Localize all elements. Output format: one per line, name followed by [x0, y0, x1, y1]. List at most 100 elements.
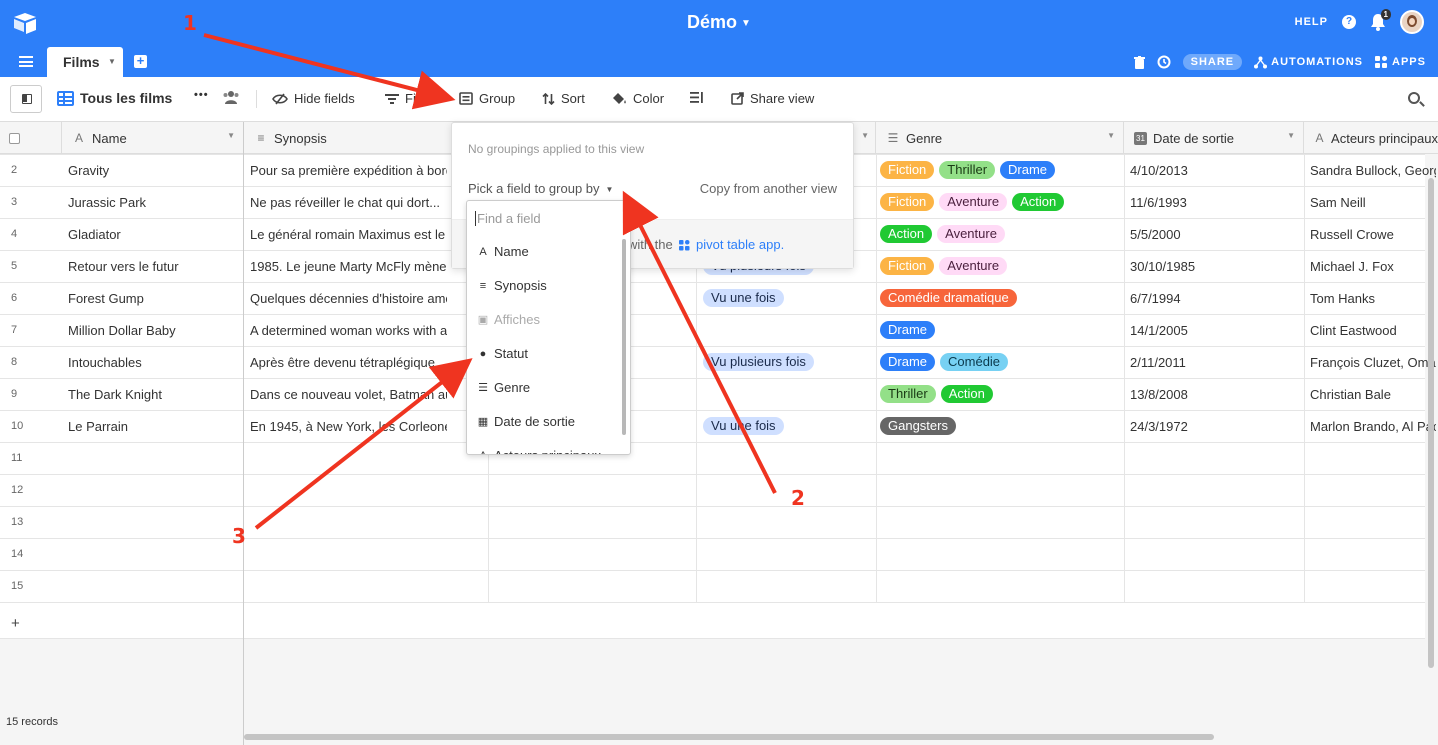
table-row[interactable]: 7 Million Dollar Baby A determined woman w…	[0, 314, 1438, 346]
cell-genre[interactable]: Drame Comédie	[880, 346, 1122, 378]
column-header-name[interactable]: A Name ▼	[62, 122, 244, 154]
sidebar-toggle-button[interactable]	[10, 85, 42, 113]
cell-genre[interactable]: Gangsters	[880, 410, 1122, 442]
chevron-down-icon[interactable]: ▼	[861, 131, 869, 140]
cell-genre[interactable]: Drame	[880, 314, 1122, 346]
find-field-input[interactable]: Find a field	[475, 211, 541, 226]
cell-synopsis[interactable]: 1985. Le jeune Marty McFly mène u	[250, 250, 447, 282]
table-row[interactable]: 8 Intouchables Après être devenu tétraplég…	[0, 346, 1438, 378]
search-icon[interactable]	[1408, 92, 1420, 104]
sort-button[interactable]: Sort	[542, 91, 585, 106]
cell-actors[interactable]: Tom Hanks	[1310, 282, 1436, 314]
cell-synopsis[interactable]: Le général romain Maximus est le	[250, 218, 447, 250]
share-view-button[interactable]: Share view	[731, 91, 814, 106]
copy-from-view-button[interactable]: Copy from another view	[700, 181, 837, 196]
cell-actors[interactable]: Sam Neill	[1310, 186, 1436, 218]
cell-statut[interactable]: Vu plusieurs fois	[703, 346, 882, 378]
cell-statut[interactable]: Vu une fois	[703, 410, 882, 442]
cell-date[interactable]: 6/7/1994	[1130, 282, 1302, 314]
tab-films[interactable]: Films ▼	[47, 47, 123, 77]
cell-name[interactable]: The Dark Knight	[68, 378, 242, 410]
cell-synopsis[interactable]: A determined woman works with a h	[250, 314, 447, 346]
select-all-checkbox-cell[interactable]	[0, 122, 62, 154]
pivot-table-app-link[interactable]: pivot table app.	[696, 237, 784, 252]
cell-synopsis[interactable]: Après être devenu tétraplégique	[250, 346, 447, 378]
table-row[interactable]: 10 Le Parrain En 1945, à New York, les Cor…	[0, 410, 1438, 442]
cell-date[interactable]: 13/8/2008	[1130, 378, 1302, 410]
cell-actors[interactable]: Michael J. Fox	[1310, 250, 1436, 282]
color-button[interactable]: Color	[612, 91, 664, 106]
cell-name[interactable]: Million Dollar Baby	[68, 314, 242, 346]
column-header-genre[interactable]: ☰ Genre ▼	[876, 122, 1124, 154]
dropdown-scrollbar[interactable]	[622, 239, 626, 435]
cell-name[interactable]: Le Parrain	[68, 410, 242, 442]
column-header-synopsis[interactable]: ≡ Synopsis	[244, 122, 454, 154]
column-header-statut[interactable]: ▼	[854, 122, 876, 154]
cell-date[interactable]: 24/3/1972	[1130, 410, 1302, 442]
chevron-down-icon[interactable]: ▼	[108, 57, 116, 66]
column-header-acteurs[interactable]: A Acteurs principaux	[1304, 122, 1438, 154]
vertical-scrollbar[interactable]	[1428, 178, 1434, 668]
cell-name[interactable]: Gravity	[68, 154, 242, 186]
history-icon[interactable]	[1157, 55, 1171, 69]
cell-actors[interactable]: Clint Eastwood	[1310, 314, 1436, 346]
cell-actors[interactable]: Christian Bale	[1310, 378, 1436, 410]
cell-genre[interactable]: Fiction Thriller Drame	[880, 154, 1122, 186]
field-option-statut[interactable]: ● Statut	[477, 346, 528, 361]
view-switcher[interactable]: Tous les films	[57, 90, 172, 106]
cell-name[interactable]: Retour vers le futur	[68, 250, 242, 282]
cell-name[interactable]: Gladiator	[68, 218, 242, 250]
cell-synopsis[interactable]: Ne pas réveiller le chat qui dort...	[250, 186, 447, 218]
cell-synopsis[interactable]: Dans ce nouveau volet, Batman aug	[250, 378, 447, 410]
automations-button[interactable]: AUTOMATIONS	[1254, 56, 1363, 69]
apps-button[interactable]: APPS	[1375, 55, 1426, 69]
empty-row[interactable]: 13	[0, 506, 1438, 538]
help-button[interactable]: HELP	[1295, 16, 1328, 28]
cell-statut[interactable]: Vu une fois	[703, 282, 882, 314]
field-option-synopsis[interactable]: ≡ Synopsis	[477, 278, 547, 293]
hamburger-menu-icon[interactable]	[19, 56, 33, 67]
cell-date[interactable]: 4/10/2013	[1130, 154, 1302, 186]
cell-name[interactable]: Jurassic Park	[68, 186, 242, 218]
cell-actors[interactable]: Sandra Bullock, George Clooney	[1310, 154, 1436, 186]
empty-row[interactable]: 11	[0, 442, 1438, 474]
cell-synopsis[interactable]: Pour sa première expédition à bord	[250, 154, 447, 186]
cell-genre[interactable]: Fiction Aventure	[880, 250, 1122, 282]
hide-fields-button[interactable]: Hide fields	[272, 91, 355, 106]
share-button[interactable]: SHARE	[1182, 54, 1243, 70]
cell-genre[interactable]: Action Aventure	[880, 218, 1122, 250]
cell-date[interactable]: 30/10/1985	[1130, 250, 1302, 282]
cell-actors[interactable]: Russell Crowe	[1310, 218, 1436, 250]
field-option-date-de-sortie[interactable]: ▦ Date de sortie	[477, 414, 575, 429]
cell-name[interactable]: Intouchables	[68, 346, 242, 378]
cell-date[interactable]: 14/1/2005	[1130, 314, 1302, 346]
empty-row[interactable]: 12	[0, 474, 1438, 506]
base-title[interactable]: Démo ▼	[0, 12, 1438, 33]
cell-date[interactable]: 2/11/2011	[1130, 346, 1302, 378]
view-more-button[interactable]: •••	[194, 89, 209, 101]
trash-icon[interactable]	[1133, 55, 1145, 69]
help-icon[interactable]: ?	[1342, 15, 1356, 29]
user-avatar[interactable]	[1400, 10, 1424, 34]
cell-genre[interactable]: Fiction Aventure Action	[880, 186, 1122, 218]
table-row[interactable]: 6 Forest Gump Quelques décennies d'histoir…	[0, 282, 1438, 314]
field-option-genre[interactable]: ☰ Genre	[477, 380, 530, 395]
horizontal-scrollbar[interactable]	[244, 734, 1214, 740]
pick-group-field-button[interactable]: Pick a field to group by ▼	[468, 181, 613, 196]
add-record-button[interactable]: +	[11, 615, 20, 632]
empty-row[interactable]: 15	[0, 570, 1438, 602]
cell-genre[interactable]: Thriller Action	[880, 378, 1122, 410]
cell-synopsis[interactable]: Quelques décennies d'histoire amér	[250, 282, 447, 314]
chevron-down-icon[interactable]: ▼	[227, 131, 235, 140]
cell-synopsis[interactable]: En 1945, à New York, les Corleone s	[250, 410, 447, 442]
cell-name[interactable]: Forest Gump	[68, 282, 242, 314]
table-row[interactable]: 9 The Dark Knight Dans ce nouveau volet, B…	[0, 378, 1438, 410]
group-button[interactable]: Group	[459, 91, 515, 106]
notifications-button[interactable]: 1	[1370, 9, 1391, 31]
cell-date[interactable]: 5/5/2000	[1130, 218, 1302, 250]
collaborative-view-button[interactable]	[222, 90, 240, 104]
filter-button[interactable]: Filter	[385, 91, 451, 106]
row-height-button[interactable]	[690, 91, 704, 104]
field-option-name[interactable]: A Name	[477, 244, 528, 259]
cell-actors[interactable]: François Cluzet, Omar Sy	[1310, 346, 1436, 378]
